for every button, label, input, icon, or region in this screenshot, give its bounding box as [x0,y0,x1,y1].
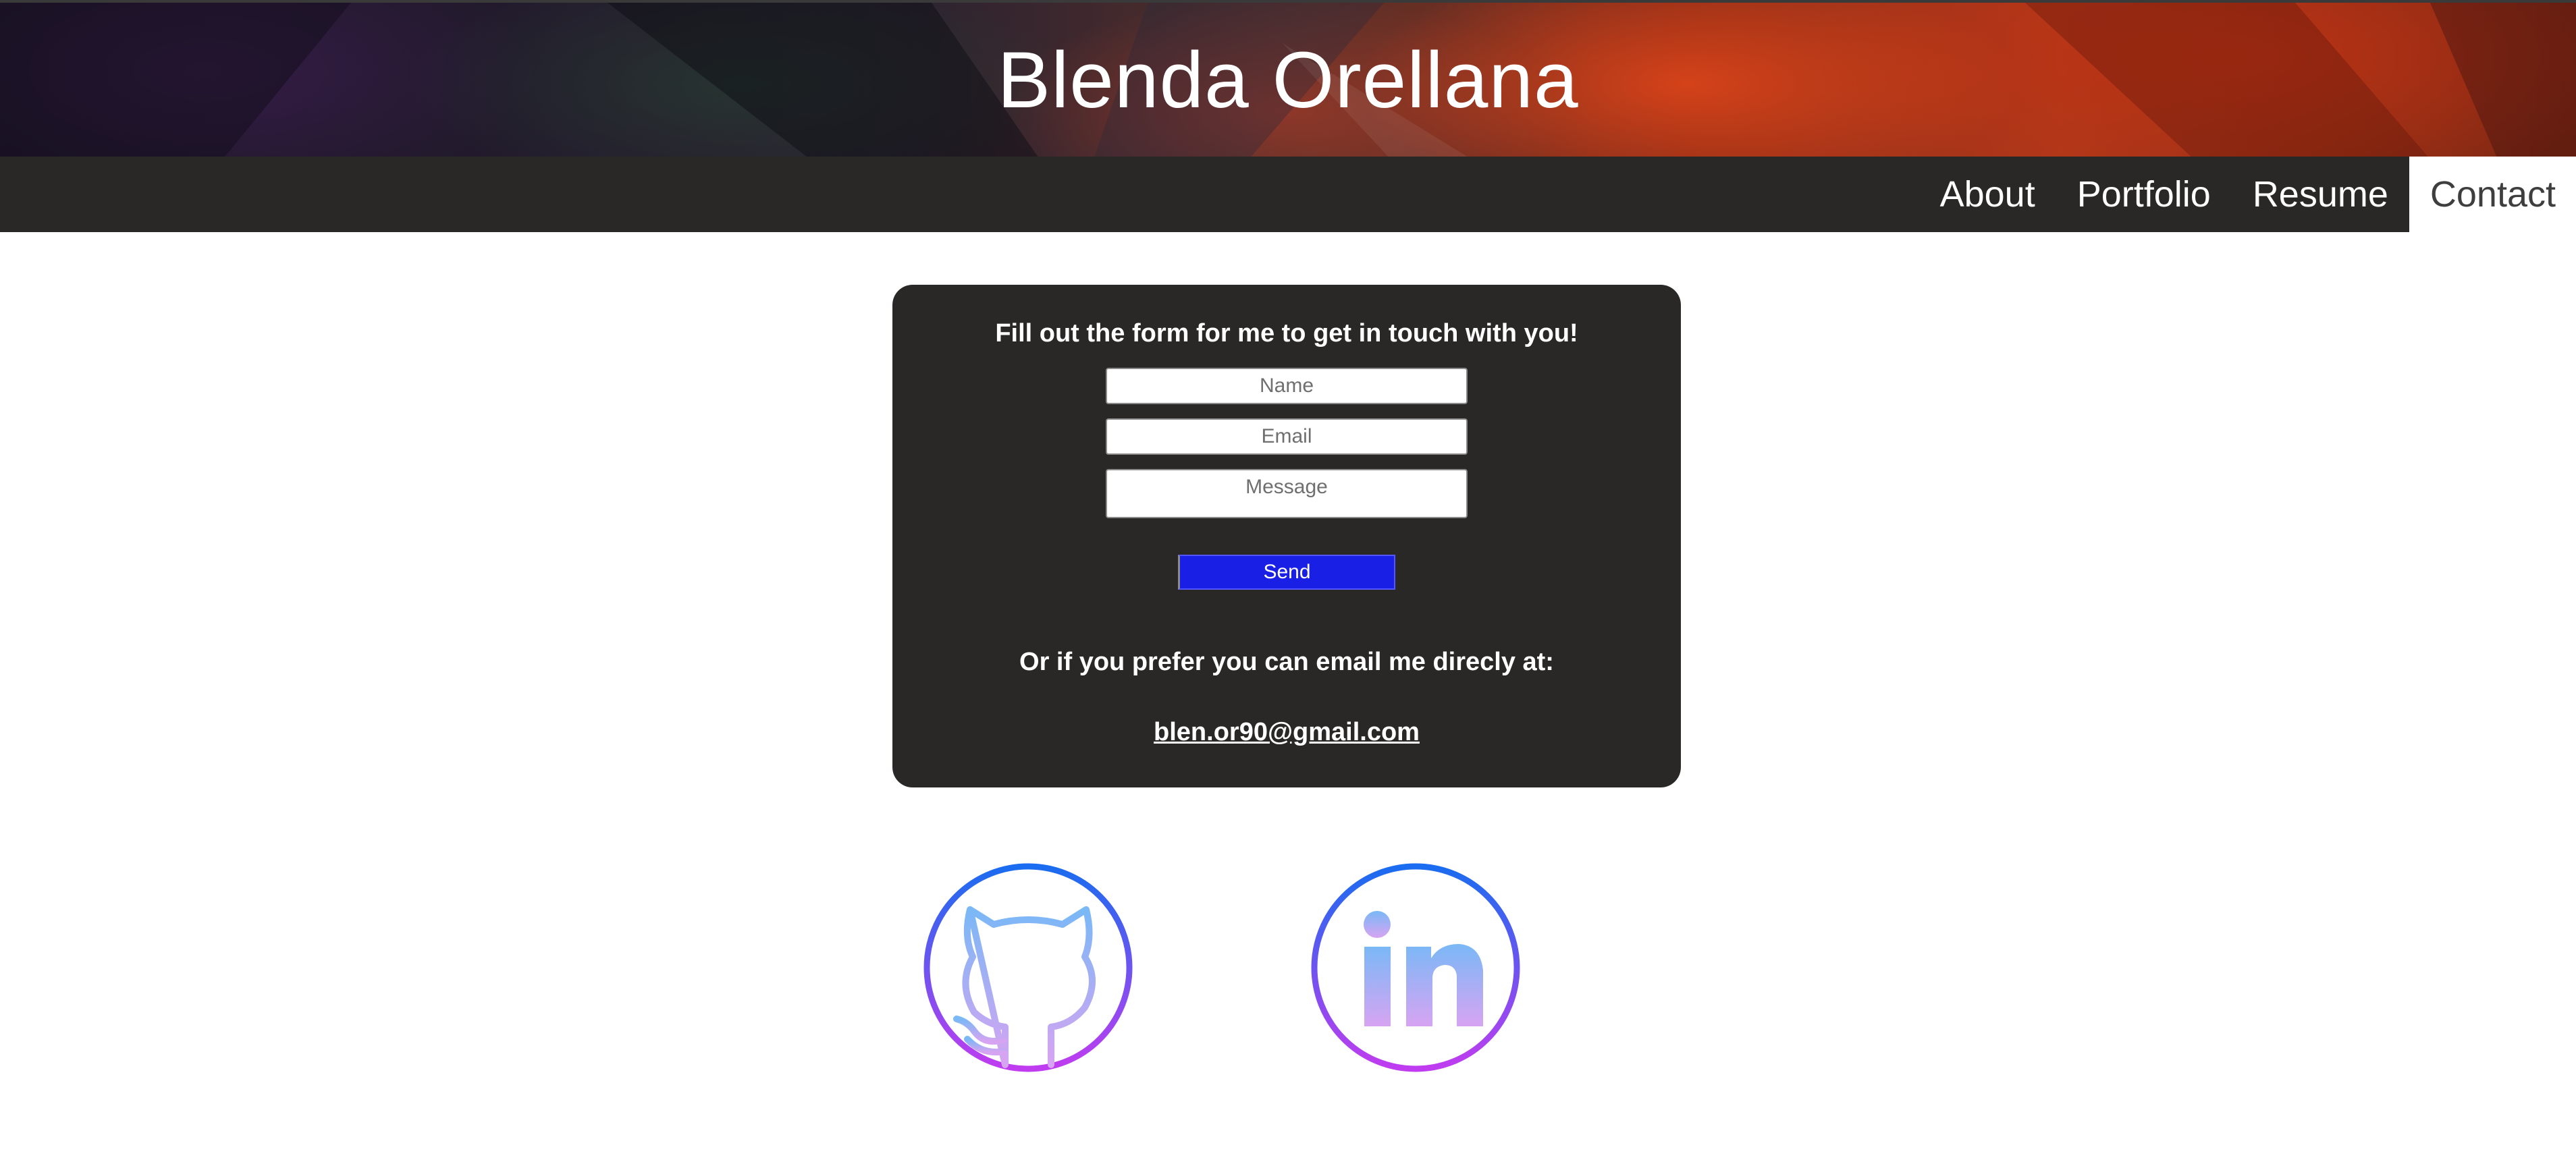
nav-item-contact[interactable]: Contact [2409,157,2576,232]
linkedin-link[interactable] [1310,862,1521,1073]
nav-item-about[interactable]: About [1919,157,2056,232]
nav-menu: About Portfolio Resume Contact [1919,157,2576,232]
contact-form-heading: Fill out the form for me to get in touch… [995,319,1578,348]
message-input[interactable] [1106,469,1468,518]
name-input[interactable] [1106,368,1468,404]
email-alternative-text: Or if you prefer you can email me direcl… [1019,648,1554,676]
nav-item-resume[interactable]: Resume [2232,157,2409,232]
email-link[interactable]: blen.or90@gmail.com [892,713,1681,751]
nav-item-portfolio[interactable]: Portfolio [2056,157,2232,232]
email-input[interactable] [1106,418,1468,455]
header-banner: Blenda Orellana [0,0,2576,157]
site-title: Blenda Orellana [997,36,1579,125]
github-link[interactable] [923,862,1133,1073]
send-button[interactable]: Send [1178,555,1395,590]
navbar: About Portfolio Resume Contact [0,157,2576,232]
linkedin-icon [1311,863,1520,1072]
contact-card: Fill out the form for me to get in touch… [892,285,1681,787]
github-icon [923,863,1133,1072]
page: Blenda Orellana About Portfolio Resume C… [0,0,2576,1166]
